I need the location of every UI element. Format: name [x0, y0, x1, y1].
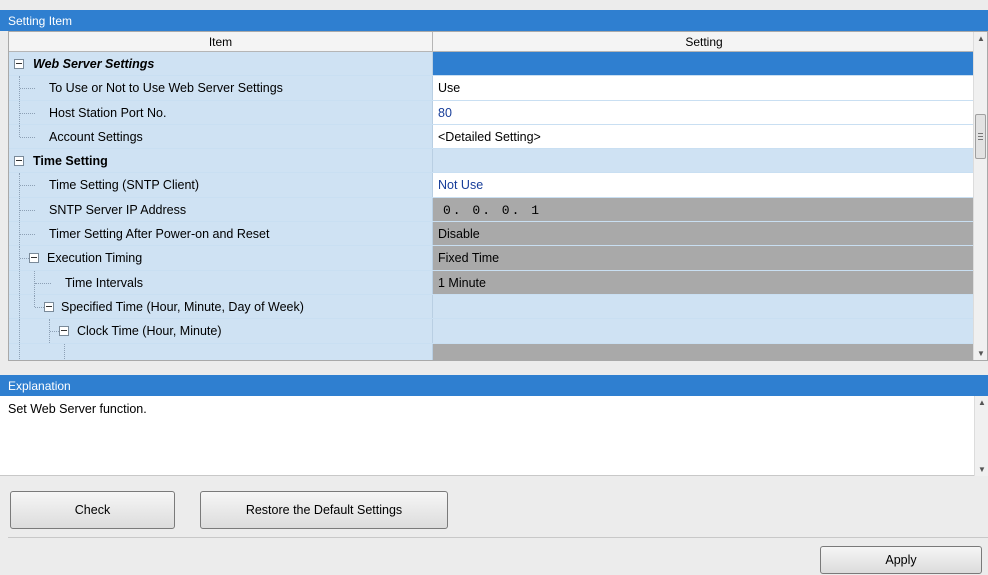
row-label-cell: Specified Time (Hour, Minute, Day of Wee…: [9, 294, 433, 319]
row-label-cell: Host Station Port No.: [9, 100, 433, 124]
tree-line: [20, 185, 35, 187]
settings-grid: Item Setting Web Server Settings To Use …: [8, 31, 988, 361]
row-value[interactable]: Not Use: [433, 173, 975, 197]
table-row[interactable]: SNTP Server IP Address 0. 0. 0. 1: [9, 197, 975, 223]
table-row[interactable]: Time Intervals 1 Minute: [9, 270, 975, 295]
row-label: Account Settings: [49, 129, 143, 144]
collapse-icon[interactable]: [14, 156, 24, 167]
row-value: Disable: [433, 222, 975, 246]
explanation-text: Set Web Server function.: [8, 402, 147, 416]
setting-item-header: Setting Item: [0, 10, 988, 31]
row-label-cell: Time Intervals: [9, 270, 433, 294]
explanation-box: Set Web Server function. ▲ ▼: [0, 396, 988, 476]
table-row[interactable]: Account Settings <Detailed Setting>: [9, 124, 975, 150]
collapse-icon[interactable]: [59, 326, 69, 337]
row-label: Clock Time (Hour, Minute): [77, 324, 222, 339]
row-label: Execution Timing: [47, 251, 143, 266]
row-label: Timer Setting After Power-on and Reset: [49, 227, 270, 242]
tree-line: [19, 294, 20, 319]
table-row[interactable]: Time Setting: [9, 149, 975, 174]
row-label-cell: To Use or Not to Use Web Server Settings: [9, 76, 433, 100]
column-header-setting[interactable]: Setting: [433, 32, 975, 52]
tree-line: [20, 112, 35, 114]
row-value[interactable]: <Detailed Setting>: [433, 124, 975, 149]
tree-line: [20, 258, 29, 260]
column-header-item[interactable]: Item: [9, 32, 433, 52]
row-value: [433, 343, 975, 360]
row-value[interactable]: [433, 294, 975, 319]
row-value[interactable]: [433, 52, 975, 76]
row-value: 0. 0. 0. 1: [433, 197, 975, 222]
tree-line: [19, 124, 20, 137]
explanation-header: Explanation: [0, 375, 988, 396]
row-value[interactable]: 80: [433, 100, 975, 124]
row-value[interactable]: [433, 149, 975, 173]
grip-line: [978, 139, 983, 140]
row-label: SNTP Server IP Address: [49, 202, 187, 217]
row-value[interactable]: Use: [433, 76, 975, 100]
tree-line: [20, 234, 35, 236]
grip-line: [978, 136, 983, 137]
collapse-icon[interactable]: [44, 301, 54, 312]
scroll-thumb[interactable]: [975, 114, 986, 159]
row-label-cell: [9, 343, 433, 360]
table-row[interactable]: Host Station Port No. 80: [9, 100, 975, 125]
tree-line: [35, 282, 51, 284]
scroll-up-arrow-icon[interactable]: ▲: [977, 34, 985, 43]
tree-line: [35, 306, 44, 308]
collapse-icon[interactable]: [29, 253, 39, 264]
grid-scrollbar[interactable]: ▲ ▼: [973, 32, 987, 360]
row-label: Time Setting: [33, 154, 108, 169]
row-label-cell: Time Setting: [9, 149, 433, 173]
tree-line: [19, 319, 20, 343]
row-label-cell: Execution Timing: [9, 246, 433, 270]
tree-line: [64, 343, 65, 360]
table-row[interactable]: To Use or Not to Use Web Server Settings…: [9, 76, 975, 101]
table-row[interactable]: Timer Setting After Power-on and Reset D…: [9, 222, 975, 247]
row-label-cell: Clock Time (Hour, Minute): [9, 319, 433, 343]
row-label: Specified Time (Hour, Minute, Day of Wee…: [61, 299, 304, 314]
table-row[interactable]: Web Server Settings: [9, 52, 975, 77]
row-label-cell: Web Server Settings: [9, 52, 433, 76]
collapse-icon[interactable]: [14, 59, 24, 69]
row-label-cell: Timer Setting After Power-on and Reset: [9, 222, 433, 246]
row-label: To Use or Not to Use Web Server Settings: [49, 81, 283, 96]
tree-line: [19, 343, 20, 360]
row-value: Fixed Time: [433, 246, 975, 270]
apply-button[interactable]: Apply: [820, 546, 982, 574]
row-label: Time Intervals: [65, 275, 144, 290]
restore-defaults-button[interactable]: Restore the Default Settings: [200, 491, 448, 529]
tree-line: [19, 270, 20, 294]
table-row[interactable]: Time Setting (SNTP Client) Not Use: [9, 173, 975, 198]
row-value[interactable]: [433, 319, 975, 343]
settings-rows: Web Server Settings To Use or Not to Use…: [9, 52, 975, 360]
row-value: 1 Minute: [433, 270, 975, 294]
check-button[interactable]: Check: [10, 491, 175, 529]
grip-line: [978, 133, 983, 134]
table-row[interactable]: Clock Time (Hour, Minute): [9, 319, 975, 344]
row-label: Time Setting (SNTP Client): [49, 178, 200, 193]
table-row[interactable]: [9, 343, 975, 360]
scroll-down-arrow-icon[interactable]: ▼: [977, 349, 985, 358]
tree-line: [34, 294, 35, 307]
scroll-down-arrow-icon[interactable]: ▼: [978, 465, 986, 474]
tree-line: [20, 136, 35, 138]
divider: [8, 537, 988, 538]
explanation-scrollbar[interactable]: ▲ ▼: [974, 396, 988, 476]
row-label-cell: Time Setting (SNTP Client): [9, 173, 433, 197]
row-label: Host Station Port No.: [49, 105, 167, 120]
row-label: Web Server Settings: [33, 57, 155, 71]
row-label-cell: SNTP Server IP Address: [9, 197, 433, 222]
tree-line: [20, 209, 35, 211]
table-row[interactable]: Execution Timing Fixed Time: [9, 246, 975, 271]
scroll-up-arrow-icon[interactable]: ▲: [978, 398, 986, 407]
tree-line: [20, 88, 35, 90]
row-label-cell: Account Settings: [9, 124, 433, 149]
table-row[interactable]: Specified Time (Hour, Minute, Day of Wee…: [9, 294, 975, 320]
tree-line: [50, 331, 59, 333]
